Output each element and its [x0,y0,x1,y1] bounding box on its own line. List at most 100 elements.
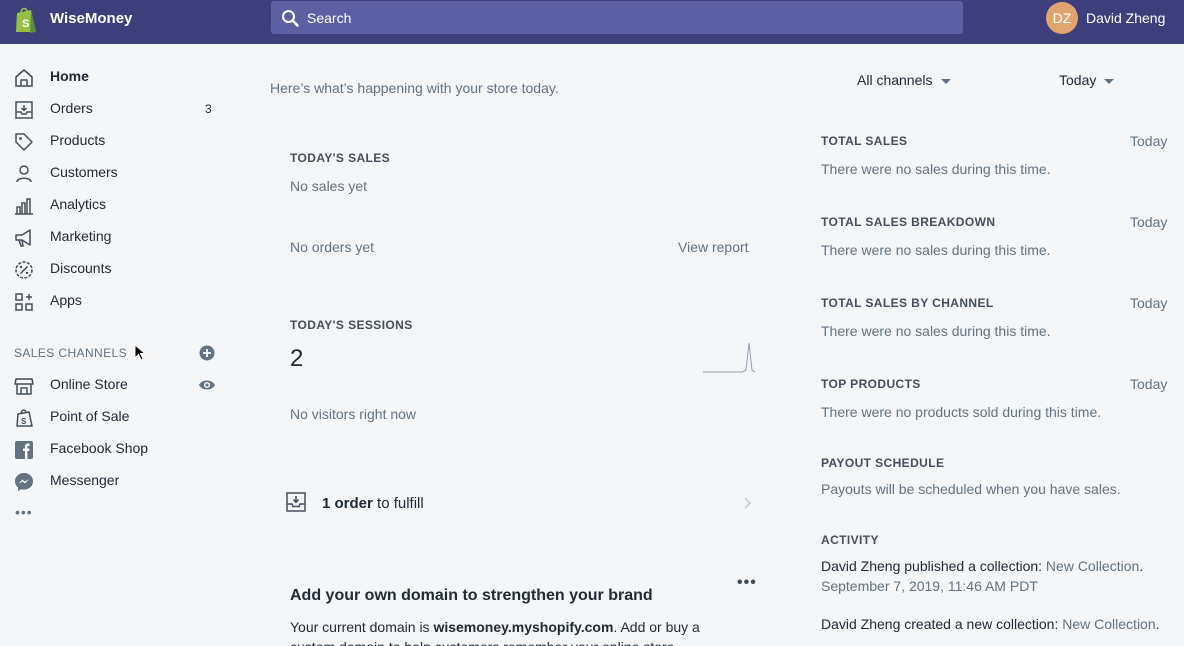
section-header: TOTAL SALES BY CHANNEL [821,296,994,310]
user-name[interactable]: David Zheng [1086,10,1165,26]
caret-down-icon [940,78,951,84]
home-icon [15,69,33,87]
svg-text:S: S [22,18,29,30]
fulfill-suffix: to fulfill [372,495,424,512]
more-channels-button[interactable]: ••• [15,504,33,520]
no-sales-text: No sales yet [290,178,368,194]
person-icon [16,165,32,183]
activity-link[interactable]: New Collection [1062,616,1155,632]
activity-item: David Zheng published a collection: New … [821,558,1143,574]
sessions-value: 2 [290,345,304,372]
sidebar-item-label: Customers [50,164,118,180]
todays-sessions-header: TODAY'S SESSIONS [290,318,413,332]
caret-down-icon [1104,78,1115,84]
fulfill-text: 1 order to fulfill [322,495,424,512]
avatar[interactable]: DZ [1046,2,1078,34]
search-input[interactable]: Search [307,10,351,26]
sidebar-item-label: Home [50,68,89,84]
sidebar-item-label: Facebook Shop [50,440,149,456]
sidebar-item-label: Marketing [50,228,112,244]
no-orders-text: No orders yet [290,239,375,255]
orders-count-badge: 3 [205,102,212,116]
sidebar-item-apps[interactable]: Apps [0,285,232,317]
sidebar-item-label: Analytics [50,196,107,212]
activity-suffix: . [1155,616,1160,632]
sidebar-item-customers[interactable]: Customers [0,157,232,189]
sidebar-item-label: Apps [50,292,82,308]
chevron-right-icon [744,497,752,509]
megaphone-icon [15,229,31,247]
intro-text: Here’s what’s happening with your store … [270,80,559,96]
store-icon [14,378,34,395]
mouse-cursor-icon [134,344,146,361]
section-text: Payouts will be scheduled when you have … [821,481,1121,497]
search-bar[interactable]: Search [271,1,963,34]
section-text: There were no sales during this time. [821,161,1051,177]
bar-chart-icon [15,198,33,215]
tag-icon [15,133,33,151]
messenger-icon [15,473,33,491]
sidebar-item-facebook-shop[interactable]: Facebook Shop [0,433,232,465]
sidebar-item-label: Messenger [50,472,120,488]
sidebar-item-products[interactable]: Products [0,125,232,157]
domain-card-title: Add your own domain to strengthen your b… [290,587,653,604]
store-name[interactable]: WiseMoney [50,10,132,27]
sidebar-item-messenger[interactable]: Messenger [0,465,232,497]
section-text: There were no products sold during this … [821,404,1102,420]
section-period: Today [1130,214,1168,230]
sidebar-item-label: Online Store [50,376,128,392]
sidebar-item-marketing[interactable]: Marketing [0,221,232,253]
domain-text-1: Your current domain is [290,619,434,635]
sidebar-item-label: Products [50,132,106,148]
top-bar: S WiseMoney Search DZ David Zheng [0,0,1184,44]
activity-suffix: . [1139,558,1144,574]
no-visitors-text: No visitors right now [290,406,417,422]
search-icon [282,10,299,27]
section-text: There were no sales during this time. [821,323,1051,339]
activity-item: David Zheng created a new collection: Ne… [821,614,1161,634]
activity-time: September 7, 2019, 11:46 AM PDT [821,578,1038,594]
shopping-bag-icon: S [16,409,33,427]
date-filter-dropdown[interactable]: Today [1059,72,1115,88]
section-header: PAYOUT SCHEDULE [821,456,945,470]
date-filter-label: Today [1059,72,1097,88]
sidebar-item-orders[interactable]: Orders 3 [0,93,232,125]
domain-name: wisemoney.myshopify.com [433,619,614,635]
section-header: TOP PRODUCTS [821,377,921,391]
sidebar-item-discounts[interactable]: Discounts [0,253,232,285]
sidebar-item-label: Point of Sale [50,408,130,424]
eye-icon[interactable] [198,378,216,392]
channel-filter-dropdown[interactable]: All channels [857,72,951,88]
section-text: There were no sales during this time. [821,242,1051,258]
section-period: Today [1130,376,1168,392]
sessions-sparkline [703,342,756,373]
section-period: Today [1130,295,1168,311]
facebook-icon [15,441,33,459]
sidebar-item-analytics[interactable]: Analytics [0,189,232,221]
section-header: TOTAL SALES BREAKDOWN [821,215,996,229]
add-channel-icon[interactable] [199,345,215,361]
orders-icon [286,492,306,512]
domain-card-body: Your current domain is wisemoney.myshopi… [290,617,740,646]
activity-text: David Zheng created a new collection: [821,616,1063,632]
sidebar-item-home[interactable]: Home [0,61,232,93]
fulfill-count: 1 order [322,495,373,512]
activity-text: David Zheng published a collection: [821,558,1046,574]
view-report-link[interactable]: View report [678,239,749,255]
section-period: Today [1130,133,1168,149]
sales-channels-header: SALES CHANNELS [14,346,127,360]
sidebar-item-point-of-sale[interactable]: S Point of Sale [0,401,232,433]
channel-filter-label: All channels [857,72,933,88]
orders-icon [15,101,33,119]
activity-header: ACTIVITY [821,533,879,547]
apps-icon [15,293,33,311]
sidebar-item-label: Orders [50,100,93,116]
more-options-button[interactable]: ••• [737,574,757,592]
shopify-logo-icon[interactable]: S [12,5,40,35]
svg-text:S: S [21,417,27,426]
todays-sales-header: TODAY'S SALES [290,151,391,165]
activity-link[interactable]: New Collection [1046,558,1139,574]
sidebar-item-label: Discounts [50,260,112,276]
section-header: TOTAL SALES [821,134,908,148]
discount-icon [15,261,33,279]
